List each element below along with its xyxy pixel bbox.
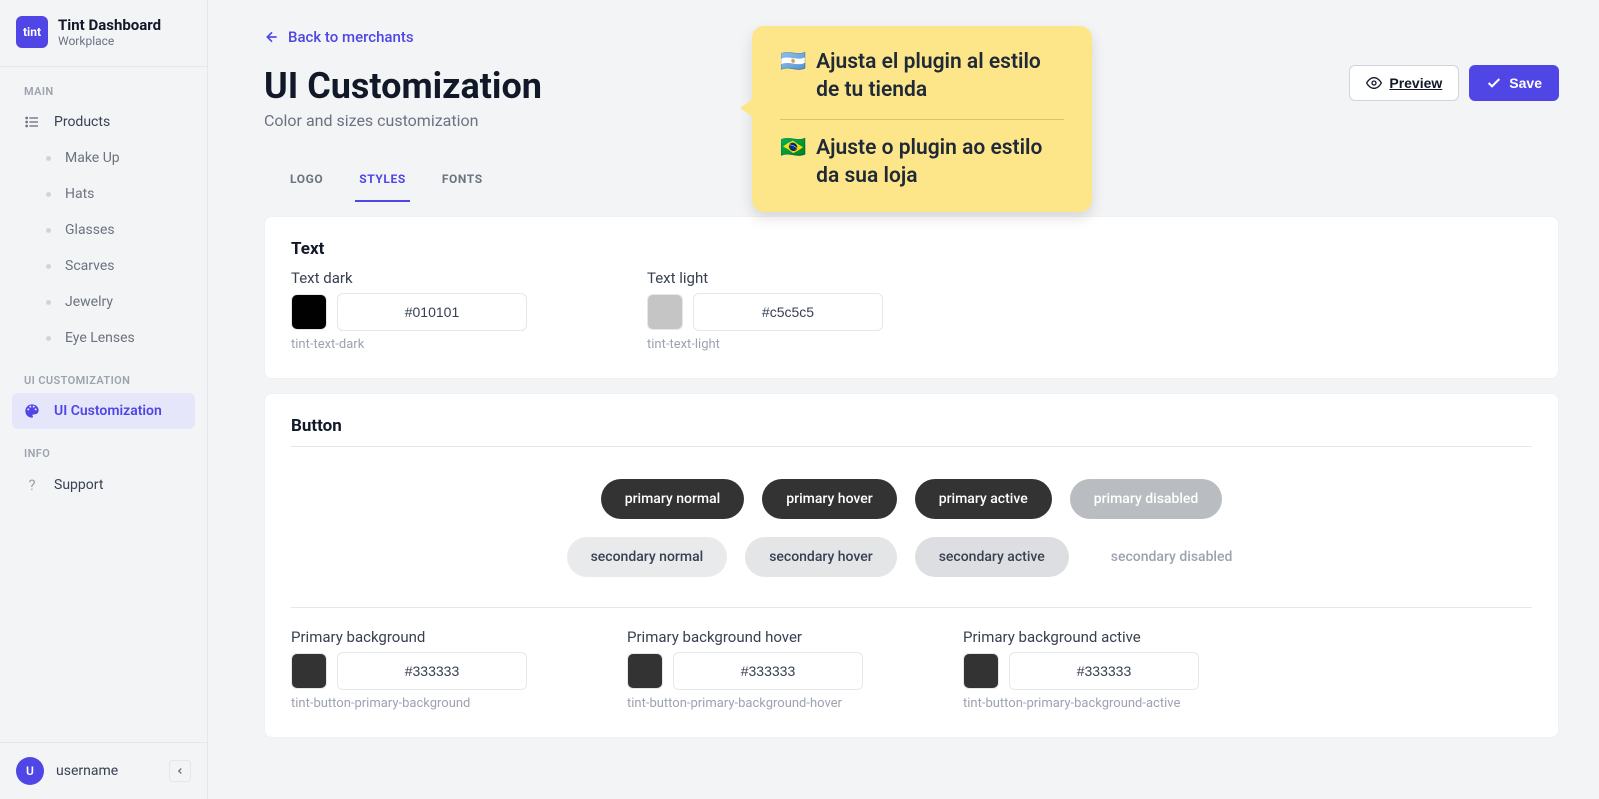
- sidebar-subitem-hats[interactable]: Hats: [12, 176, 195, 212]
- input-primary-bg-active[interactable]: [1009, 652, 1199, 690]
- preview-primary-active: primary active: [915, 479, 1052, 519]
- sidebar-item-support[interactable]: ? Support: [12, 466, 195, 504]
- eye-icon: [1366, 75, 1382, 91]
- section-title-button: Button: [291, 416, 1532, 436]
- list-icon: [24, 114, 40, 130]
- question-icon: ?: [24, 476, 40, 494]
- hint-primary-bg: tint-button-primary-background: [291, 696, 527, 711]
- hint-primary-bg-active: tint-button-primary-background-active: [963, 696, 1199, 711]
- sidebar-subitem-scarves[interactable]: Scarves: [12, 248, 195, 284]
- preview-secondary-disabled: secondary disabled: [1087, 537, 1257, 577]
- sidebar-subitem-label: Make Up: [65, 150, 120, 166]
- sidebar-subitem-makeup[interactable]: Make Up: [12, 140, 195, 176]
- sidebar-subitem-jewelry[interactable]: Jewelry: [12, 284, 195, 320]
- sidebar-header: tint Tint Dashboard Workplace: [0, 0, 207, 67]
- dot-icon: [46, 336, 51, 341]
- input-primary-bg[interactable]: [337, 652, 527, 690]
- input-text-dark[interactable]: [337, 293, 527, 331]
- sidebar-item-label: Support: [54, 477, 103, 493]
- field-label-text-light: Text light: [647, 269, 883, 287]
- hint-text-dark: tint-text-dark: [291, 337, 527, 352]
- divider: [780, 119, 1064, 120]
- hint-text-light: tint-text-light: [647, 337, 883, 352]
- input-text-light[interactable]: [693, 293, 883, 331]
- palette-icon: [24, 403, 40, 419]
- sidebar-subitem-label: Glasses: [65, 222, 115, 238]
- avatar[interactable]: U: [16, 757, 44, 785]
- dot-icon: [46, 264, 51, 269]
- sidebar-item-products[interactable]: Products: [12, 104, 195, 140]
- tab-fonts[interactable]: FONTS: [438, 162, 487, 202]
- button-section-card: Button primary normal primary hover prim…: [264, 393, 1559, 738]
- dot-icon: [46, 156, 51, 161]
- sidebar-section-info: INFO: [0, 429, 207, 466]
- swatch-primary-bg-active[interactable]: [963, 653, 999, 689]
- sidebar-subitem-eyelenses[interactable]: Eye Lenses: [12, 320, 195, 356]
- preview-secondary-normal: secondary normal: [567, 537, 728, 577]
- dot-icon: [46, 192, 51, 197]
- divider: [291, 446, 1532, 447]
- preview-button-label: Preview: [1389, 75, 1442, 91]
- sidebar-item-ui-customization[interactable]: UI Customization: [12, 393, 195, 429]
- callout-text-es: Ajusta el plugin al estilo de tu tienda: [816, 48, 1064, 105]
- dot-icon: [46, 300, 51, 305]
- field-label-primary-bg-active: Primary background active: [963, 628, 1199, 646]
- brand-title: Tint Dashboard: [58, 16, 161, 34]
- tab-styles[interactable]: STYLES: [355, 162, 410, 202]
- tooltip-callout: 🇦🇷 Ajusta el plugin al estilo de tu tien…: [752, 26, 1092, 212]
- arrow-left-icon: [264, 29, 280, 45]
- sidebar-footer: U username: [0, 742, 207, 799]
- field-label-text-dark: Text dark: [291, 269, 527, 287]
- section-title-text: Text: [291, 239, 1532, 259]
- username-label: username: [56, 763, 118, 779]
- sidebar-subitem-glasses[interactable]: Glasses: [12, 212, 195, 248]
- sidebar: tint Tint Dashboard Workplace MAIN Produ…: [0, 0, 208, 799]
- sidebar-section-ui: UI CUSTOMIZATION: [0, 356, 207, 393]
- save-button-label: Save: [1509, 75, 1542, 91]
- swatch-text-dark[interactable]: [291, 294, 327, 330]
- preview-primary-disabled: primary disabled: [1070, 479, 1223, 519]
- collapse-sidebar-button[interactable]: [169, 760, 191, 782]
- preview-secondary-active: secondary active: [915, 537, 1069, 577]
- main-content: Back to merchants UI Customization Color…: [208, 0, 1599, 799]
- sidebar-section-main: MAIN: [0, 67, 207, 104]
- preview-secondary-hover: secondary hover: [745, 537, 897, 577]
- swatch-text-light[interactable]: [647, 294, 683, 330]
- field-label-primary-bg: Primary background: [291, 628, 527, 646]
- flag-brazil-icon: 🇧🇷: [780, 134, 806, 162]
- brand-logo: tint: [16, 16, 48, 48]
- preview-button[interactable]: Preview: [1349, 65, 1459, 101]
- brand-subtitle: Workplace: [58, 34, 161, 48]
- sidebar-item-label: Products: [54, 114, 110, 130]
- preview-primary-hover: primary hover: [762, 479, 896, 519]
- hint-primary-bg-hover: tint-button-primary-background-hover: [627, 696, 863, 711]
- page-title: UI Customization: [264, 65, 542, 107]
- check-icon: [1486, 75, 1502, 91]
- page-subtitle: Color and sizes customization: [264, 111, 542, 130]
- flag-argentina-icon: 🇦🇷: [780, 48, 806, 76]
- sidebar-item-label: UI Customization: [54, 403, 162, 419]
- swatch-primary-bg-hover[interactable]: [627, 653, 663, 689]
- sidebar-subitem-label: Eye Lenses: [65, 330, 135, 346]
- divider: [291, 607, 1532, 608]
- dot-icon: [46, 228, 51, 233]
- sidebar-subitem-label: Hats: [65, 186, 94, 202]
- swatch-primary-bg[interactable]: [291, 653, 327, 689]
- input-primary-bg-hover[interactable]: [673, 652, 863, 690]
- field-label-primary-bg-hover: Primary background hover: [627, 628, 863, 646]
- text-section-card: Text Text dark tint-text-dark Text light: [264, 216, 1559, 379]
- sidebar-subitem-label: Jewelry: [65, 294, 113, 310]
- sidebar-subitem-label: Scarves: [65, 258, 114, 274]
- preview-primary-normal: primary normal: [601, 479, 745, 519]
- tab-logo[interactable]: LOGO: [286, 162, 327, 202]
- back-link[interactable]: Back to merchants: [264, 28, 414, 46]
- back-link-label: Back to merchants: [288, 28, 414, 46]
- callout-text-pt: Ajuste o plugin ao estilo da sua loja: [816, 134, 1064, 191]
- chevron-left-icon: [175, 766, 185, 776]
- save-button[interactable]: Save: [1469, 65, 1559, 101]
